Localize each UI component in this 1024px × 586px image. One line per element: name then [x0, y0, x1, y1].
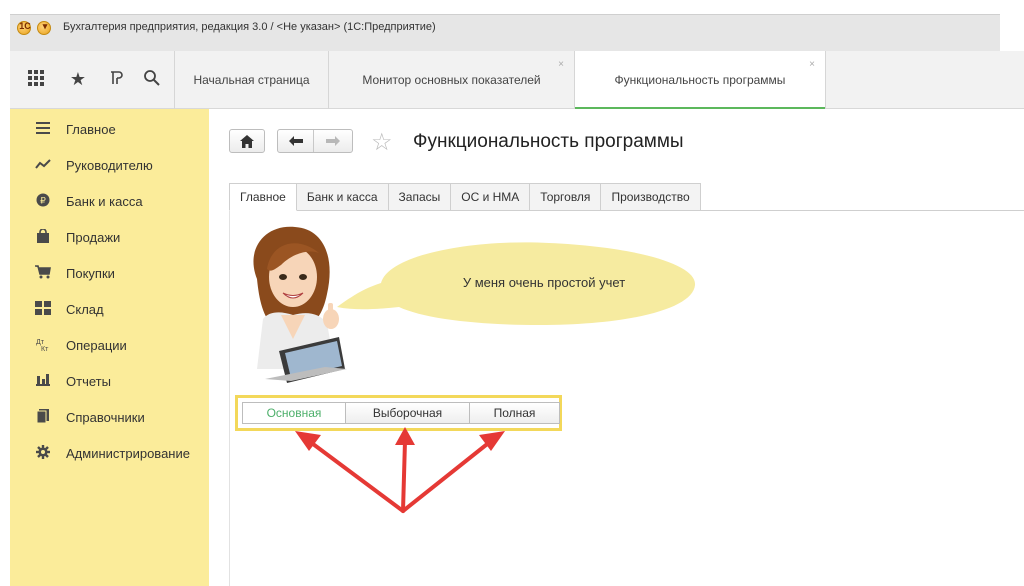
forward-button[interactable] [314, 130, 352, 152]
main-menu-icon[interactable]: ▾ [37, 21, 51, 35]
tab-home-page-label: Начальная страница [193, 73, 310, 87]
sidebar-item-sales[interactable]: Продажи [10, 219, 209, 255]
favorites-star-icon[interactable]: ★ [68, 69, 88, 89]
navigation-buttons [277, 129, 353, 153]
sidebar-item-label: Справочники [66, 409, 145, 425]
back-button[interactable] [278, 130, 314, 152]
tab-functionality-label: Функциональность программы [614, 73, 786, 87]
sidebar-item-label: Руководителю [66, 157, 153, 173]
title-bar: 1C ▾ Бухгалтерия предприятия, редакция 3… [0, 0, 1024, 51]
panel-left-border [229, 211, 230, 586]
tab-main[interactable]: Главное [229, 183, 297, 211]
page-title: Функциональность программы [413, 131, 684, 152]
tab-fixed-assets[interactable]: ОС и НМА [451, 183, 531, 211]
section-tabs: Главное Банк и касса Запасы ОС и НМА Тор… [229, 183, 701, 211]
sidebar-item-purchases[interactable]: Покупки [10, 255, 209, 291]
tab-trade[interactable]: Торговля [530, 183, 602, 211]
operations-icon: Дт Кт [32, 337, 54, 354]
sidebar-item-bank[interactable]: ₽ Банк и касса [10, 183, 209, 219]
close-icon[interactable]: × [809, 59, 815, 70]
sidebar-item-label: Банк и касса [66, 193, 143, 209]
shopping-bag-icon [32, 227, 54, 246]
sidebar-item-warehouse[interactable]: Склад [10, 291, 209, 327]
tab-monitor-label: Монитор основных показателей [362, 73, 541, 87]
sidebar-item-label: Отчеты [66, 373, 111, 389]
sidebar-item-reports[interactable]: Отчеты [10, 363, 209, 399]
apps-grid-icon[interactable] [26, 69, 46, 89]
sidebar-item-label: Покупки [66, 265, 115, 281]
app-logo-icon[interactable]: 1C [17, 21, 31, 35]
main-content: ☆ Функциональность программы Главное Бан… [209, 109, 1024, 586]
arrow-right-icon [326, 136, 340, 146]
cart-icon [32, 264, 54, 282]
tab-home-page[interactable]: Начальная страница [174, 51, 328, 109]
sidebar-item-main[interactable]: Главное [10, 111, 209, 147]
warehouse-icon [32, 300, 54, 318]
home-icon [240, 134, 254, 148]
tab-stock[interactable]: Запасы [388, 183, 452, 211]
search-icon[interactable] [142, 69, 162, 89]
svg-text:Кт: Кт [41, 346, 49, 351]
sidebar-item-label: Администрирование [66, 445, 190, 461]
tab-production[interactable]: Производство [601, 183, 701, 211]
tab-bank-cash[interactable]: Банк и касса [296, 183, 389, 211]
sidebar: Главное Руководителю ₽ Банк и касса Прод… [10, 109, 209, 586]
home-button[interactable] [229, 129, 265, 153]
sidebar-item-label: Операции [66, 337, 127, 353]
add-to-favorites-star-icon[interactable]: ☆ [371, 128, 393, 157]
svg-text:Дт: Дт [36, 339, 45, 346]
bubble-text: У меня очень простой учет [462, 275, 626, 290]
book-icon [32, 408, 54, 426]
mode-full-button[interactable]: Полная [470, 402, 560, 424]
app-tab-bar: ★ Начальная страница Монитор основных по… [10, 51, 1024, 110]
mode-basic-button[interactable]: Основная [242, 402, 346, 424]
sidebar-item-label: Продажи [66, 229, 121, 245]
menu-lines-icon [32, 121, 54, 137]
close-icon[interactable]: × [558, 59, 564, 70]
sidebar-item-catalogs[interactable]: Справочники [10, 399, 209, 435]
bar-chart-icon [32, 373, 54, 389]
mode-selector-highlight: Основная Выборочная Полная [235, 395, 562, 431]
app-window: 1C ▾ Бухгалтерия предприятия, редакция 3… [0, 0, 1024, 586]
svg-text:₽: ₽ [40, 195, 46, 205]
sidebar-item-label: Главное [66, 121, 116, 137]
mode-selective-button[interactable]: Выборочная [346, 402, 470, 424]
arrow-left-icon [288, 136, 303, 146]
gear-icon [32, 444, 54, 462]
trend-chart-icon [32, 158, 54, 173]
tabs-divider [229, 210, 1024, 211]
sidebar-item-operations[interactable]: Дт Кт Операции [10, 327, 209, 363]
sidebar-item-label: Склад [66, 301, 104, 317]
bank-coin-icon: ₽ [32, 193, 54, 210]
history-icon[interactable] [106, 69, 126, 89]
tab-monitor[interactable]: Монитор основных показателей × [328, 51, 574, 109]
sidebar-item-manager[interactable]: Руководителю [10, 147, 209, 183]
tab-functionality[interactable]: Функциональность программы × [574, 51, 826, 110]
window-title: Бухгалтерия предприятия, редакция 3.0 / … [63, 21, 436, 33]
mode-selector: Основная Выборочная Полная [242, 402, 560, 424]
sidebar-item-admin[interactable]: Администрирование [10, 435, 209, 471]
